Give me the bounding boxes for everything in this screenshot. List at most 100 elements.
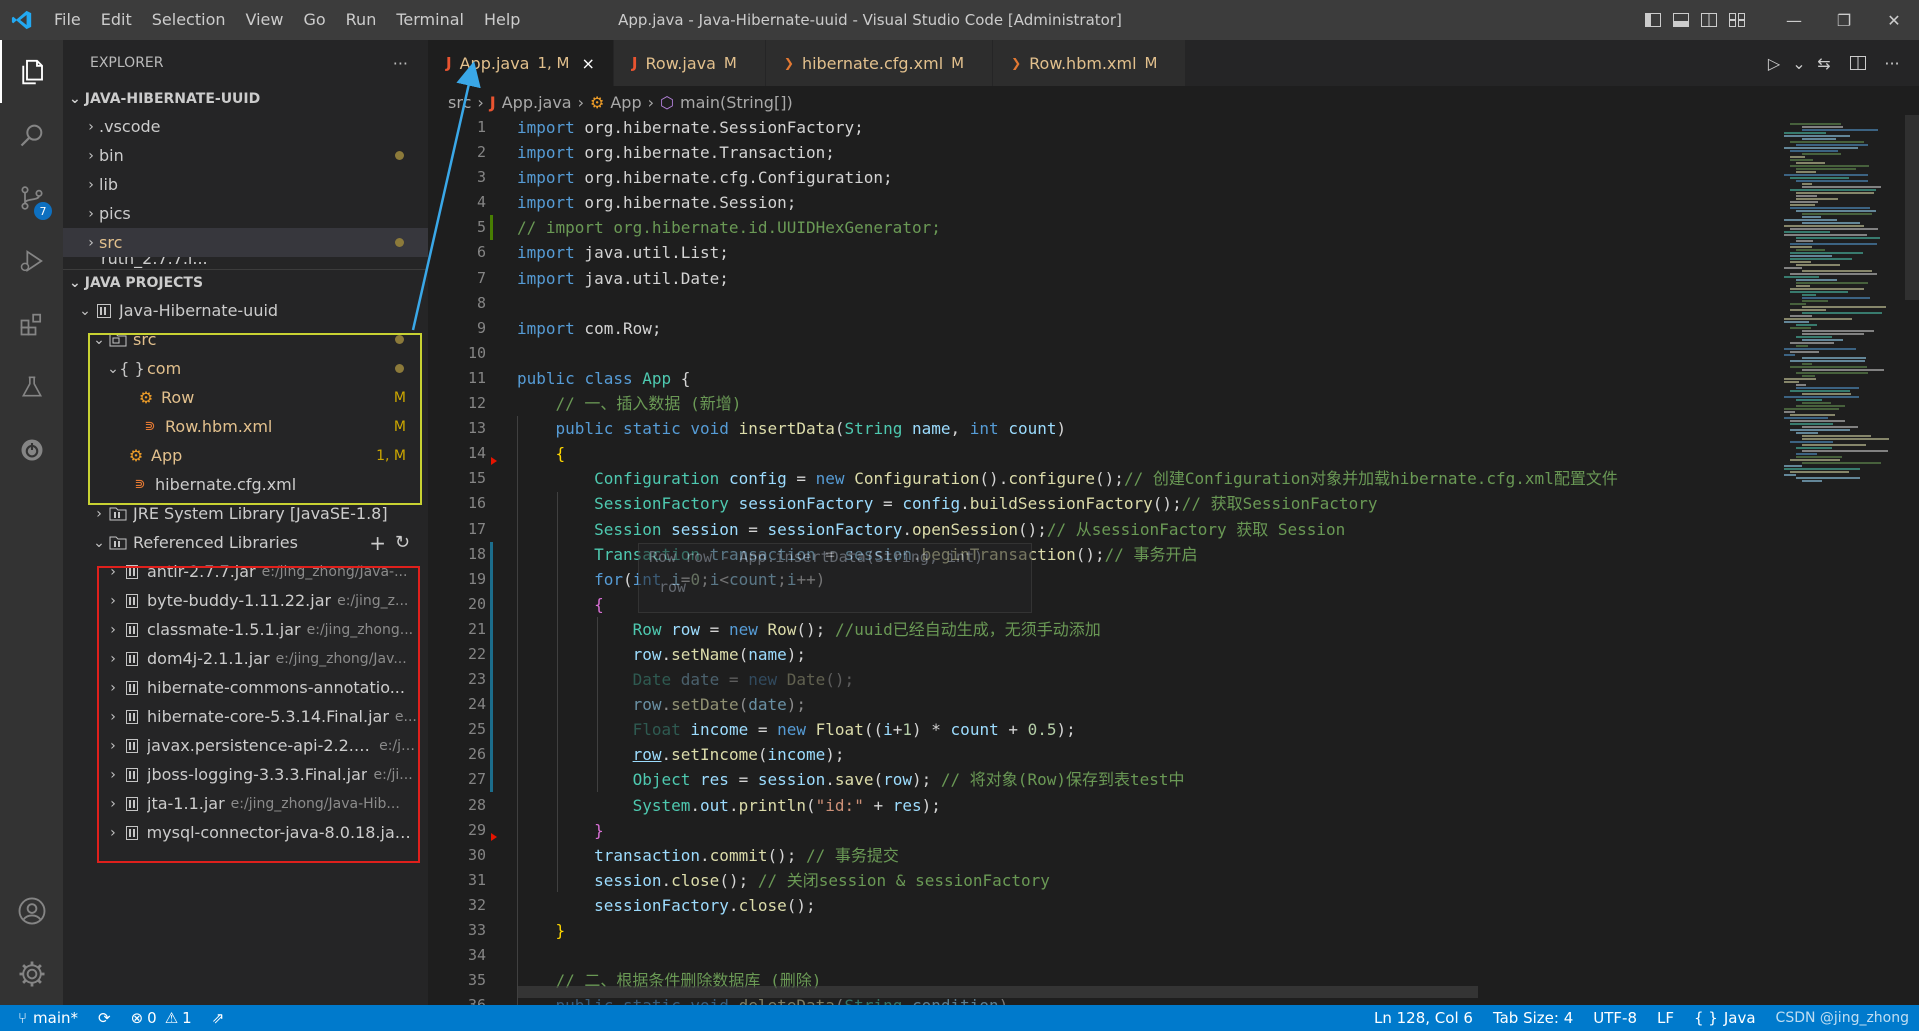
code-line: import java.util.Date; — [517, 268, 729, 288]
tab-hibernate-cfg-xml[interactable]: ❯ hibernate.cfg.xml M — [765, 40, 994, 86]
jar-icon — [121, 651, 143, 667]
refresh-icon[interactable]: ↻ — [395, 532, 410, 553]
jar-item[interactable]: › javax.persistence-api-2.2.jar e:/ji... — [63, 731, 418, 760]
explorer-icon[interactable] — [0, 40, 63, 103]
jre-system-library[interactable]: › JRE System Library [JavaSE-1.8] — [63, 499, 428, 528]
referenced-libraries[interactable]: ⌄ Referenced Libraries + ↻ — [63, 528, 428, 557]
horizontal-scrollbar[interactable] — [518, 986, 1478, 998]
tab-row-hbm-xml[interactable]: ❯ Row.hbm.xml M — [993, 40, 1187, 86]
open-changes-icon[interactable]: ⇆ — [1807, 54, 1841, 73]
project-java-hibernate-uuid[interactable]: ⌄ Java-Hibernate-uuid — [63, 296, 428, 325]
jar-item[interactable]: › mysql-connector-java-8.0.18.jar... — [63, 818, 418, 847]
add-library-icon[interactable]: + — [369, 531, 386, 555]
menu-edit[interactable]: Edit — [91, 0, 142, 40]
line-number: 31 — [467, 870, 486, 889]
code-editor[interactable]: 1 2 3 4 5 6 7 8 9 10 11 12 13 14 15 16 17 18 19 20 21 22 23 24 2… — [428, 115, 1778, 1005]
jar-icon — [121, 767, 143, 783]
code-line: SessionFactory sessionFactory = config.b… — [594, 494, 1378, 514]
menu-view[interactable]: View — [236, 0, 294, 40]
restore-button[interactable]: ❐ — [1819, 0, 1869, 40]
project-icon — [93, 303, 115, 319]
code-line: { — [555, 444, 566, 464]
workspace-section-header[interactable]: ⌄ JAVA-HIBERNATE-UUID — [63, 86, 428, 112]
jar-item[interactable]: › byte-buddy-1.11.22.jar e:/jing_z... — [63, 586, 418, 615]
live-share-icon[interactable]: ⇗ — [202, 1009, 235, 1027]
activity-bar: 7 — [0, 40, 63, 1005]
run-dropdown-icon[interactable]: ⌄ — [1791, 54, 1807, 73]
file-row-hbm-xml[interactable]: ⋑ Row.hbm.xml M — [63, 412, 428, 441]
close-window-button[interactable]: ✕ — [1869, 0, 1919, 40]
problems-indicator[interactable]: ⊗ 0 ⚠ 1 — [121, 1009, 202, 1027]
chevron-right-icon: › — [88, 147, 94, 164]
split-editor-icon[interactable] — [1841, 56, 1875, 70]
customize-layout-icon[interactable] — [1723, 0, 1751, 40]
tree-item-pics[interactable]: › pics — [63, 199, 428, 228]
tree-item-vscode[interactable]: › .vscode — [63, 112, 428, 141]
menu-terminal[interactable]: Terminal — [386, 0, 474, 40]
chevron-down-icon: ⌄ — [79, 302, 91, 319]
menu-go[interactable]: Go — [293, 0, 335, 40]
toggle-secondary-sidebar-icon[interactable] — [1695, 0, 1723, 40]
jar-icon — [121, 593, 143, 609]
more-actions-icon[interactable]: ··· — [1875, 54, 1909, 73]
menu-selection[interactable]: Selection — [142, 0, 236, 40]
tree-item-lib[interactable]: › lib — [63, 170, 428, 199]
java-projects-section-header[interactable]: ⌄ JAVA PROJECTS — [63, 270, 428, 296]
toggle-primary-sidebar-icon[interactable] — [1639, 0, 1667, 40]
minimize-button[interactable]: — — [1769, 0, 1819, 40]
jar-item[interactable]: › jta-1.1.jar e:/jing_zhong/Java-Hib... — [63, 789, 418, 818]
file-row-app[interactable]: ⚙ App 1, M — [63, 441, 428, 470]
testing-flask-icon[interactable] — [0, 355, 63, 418]
jar-item[interactable]: › antlr-2.7.7.jar e:/jing_zhong/Java-... — [63, 557, 418, 586]
menu-help[interactable]: Help — [474, 0, 530, 40]
minimap[interactable] — [1778, 115, 1919, 1005]
tab-app-java[interactable]: J App.java 1, M × — [428, 40, 614, 86]
menu-file[interactable]: File — [44, 0, 91, 40]
branch-indicator[interactable]: ⑂ main* — [0, 1009, 88, 1027]
language-mode[interactable]: { } Java — [1684, 1009, 1766, 1027]
breadcrumb-main[interactable]: main(String[]) — [680, 93, 793, 112]
jar-item[interactable]: › jboss-logging-3.3.3.Final.jar e:/ji... — [63, 760, 418, 789]
line-number: 1 — [476, 118, 486, 136]
run-debug-icon[interactable] — [0, 229, 63, 292]
menu-run[interactable]: Run — [336, 0, 387, 40]
end-of-line[interactable]: LF — [1647, 1009, 1684, 1027]
vertical-scrollbar[interactable] — [1905, 115, 1919, 300]
package-com[interactable]: ⌄ { } com — [63, 354, 428, 383]
sync-icon[interactable]: ⟳ — [88, 1009, 121, 1027]
extensions-icon[interactable] — [0, 292, 63, 355]
tab-size[interactable]: Tab Size: 4 — [1483, 1009, 1583, 1027]
search-icon[interactable] — [0, 103, 63, 166]
manage-gear-icon[interactable] — [0, 942, 63, 1005]
spring-boot-icon[interactable] — [0, 418, 63, 481]
cursor-position[interactable]: Ln 128, Col 6 — [1364, 1009, 1483, 1027]
line-number: 25 — [467, 720, 486, 739]
source-control-icon[interactable]: 7 — [0, 166, 63, 229]
breadcrumb-src[interactable]: src — [448, 93, 471, 112]
tree-item-truncated[interactable]: ruth_2.7.7.i... — [63, 257, 428, 269]
breadcrumb-app-java[interactable]: App.java — [502, 93, 572, 112]
close-tab-icon[interactable]: × — [582, 54, 595, 73]
more-actions-icon[interactable]: ··· — [393, 54, 408, 73]
line-number: 29 — [467, 820, 486, 839]
line-number: 2 — [476, 143, 486, 162]
breadcrumb-app[interactable]: App — [610, 93, 641, 112]
package-root-src[interactable]: ⌄ src — [63, 325, 428, 354]
package-braces-icon: { } — [119, 359, 145, 378]
jar-item[interactable]: › dom4j-2.1.1.jar e:/jing_zhong/Jav... — [63, 644, 418, 673]
tab-row-java[interactable]: J Row.java M — [613, 40, 766, 86]
jar-item[interactable]: › hibernate-commons-annotatio... — [63, 673, 418, 702]
code-line: Object res = session.save(row); // 将对象(R… — [632, 770, 1185, 790]
file-row-cfg-xml[interactable]: ⋑ hibernate.cfg.xml — [63, 470, 428, 499]
file-row-class[interactable]: ⚙ Row M — [63, 383, 428, 412]
toggle-panel-icon[interactable] — [1667, 0, 1695, 40]
jar-item[interactable]: › classmate-1.5.1.jar e:/jing_zhong... — [63, 615, 418, 644]
tree-item-src[interactable]: › src — [63, 228, 428, 257]
java-file-icon: J — [489, 92, 496, 112]
code-line: import org.hibernate.SessionFactory; — [517, 118, 864, 137]
accounts-icon[interactable] — [0, 879, 63, 942]
encoding[interactable]: UTF-8 — [1583, 1009, 1647, 1027]
jar-item[interactable]: › hibernate-core-5.3.14.Final.jar e... — [63, 702, 418, 731]
tree-item-bin[interactable]: › bin — [63, 141, 428, 170]
run-button-icon[interactable]: ▷ — [1757, 54, 1791, 73]
